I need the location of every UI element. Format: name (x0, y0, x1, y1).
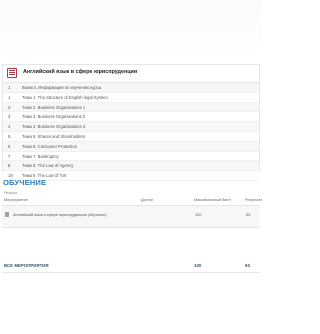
event-name[interactable]: Английский язык в сфере юриспруденции (о… (13, 213, 107, 217)
topic-row[interactable]: 4 Тема 4. Business Organisations 3 (3, 122, 259, 132)
event-max-score: 100 (195, 213, 202, 217)
topic-link[interactable]: Тема 4. Business Organisations 3 (22, 124, 85, 129)
column-header-max-score[interactable]: Максимальный балл (194, 198, 231, 202)
topic-row[interactable]: 6 Тема 6. Consumer Protection (3, 141, 259, 152)
topic-link[interactable]: Тема 1. The Structure of English legal S… (22, 95, 108, 100)
course-title: Английский язык в сфере юриспруденции (23, 69, 138, 75)
topic-number: 6 (8, 143, 11, 149)
training-section-subtitle: Результ. (4, 191, 19, 195)
topic-link[interactable]: Тема 6. Consumer Protection (22, 144, 77, 149)
course-card: Английский язык в сфере юриспруденции 1 В… (2, 64, 260, 181)
course-header[interactable]: Английский язык в сфере юриспруденции (3, 65, 259, 83)
page-top-area (0, 0, 262, 58)
topic-number: 2 (8, 104, 11, 110)
topic-row[interactable]: 7 Тема 7. Bankruptcy (3, 151, 259, 162)
topic-link[interactable]: Тема 3. Business Organisations 2 (22, 114, 85, 119)
column-header-event[interactable]: Мероприятие (4, 198, 28, 202)
column-header-access[interactable]: Доступ (141, 198, 153, 202)
topic-row[interactable]: 3 Тема 3. Business Organisations 2 (3, 112, 259, 123)
topic-number: 3 (8, 114, 11, 120)
column-header-result[interactable]: Результат (245, 198, 262, 202)
topic-number: 7 (8, 153, 11, 159)
topic-list: 1 Важно!. Информация по изучению курса 1 Т… (3, 83, 259, 181)
total-max-score: 100 (194, 263, 202, 268)
document-icon (5, 212, 9, 217)
topic-link[interactable]: Тема 5. Shares and Shareholders (22, 134, 85, 139)
total-result: 93 (245, 263, 250, 268)
topic-number: 1 (8, 85, 11, 90)
topic-number: 5 (8, 133, 11, 139)
event-result: 93 (246, 213, 251, 217)
topic-link[interactable]: Тема 7. Bankruptcy (22, 154, 59, 159)
topic-row[interactable]: 8 Тема 8. The Law of Agency (3, 161, 259, 172)
topic-link[interactable]: Тема 2. Business Organisations 1 (22, 105, 85, 110)
topic-row[interactable]: 2 Тема 2. Business Organisations 1 (3, 102, 259, 113)
total-label: ВСЕ МЕРОПРИЯТИЯ (4, 263, 49, 268)
course-book-icon (7, 68, 17, 78)
topic-row[interactable]: 1 Важно!. Информация по изучению курса (3, 83, 259, 93)
table-bottom-divider (2, 272, 260, 273)
topic-row[interactable]: 1 Тема 1. The Structure of English legal … (3, 92, 259, 103)
total-row: ВСЕ МЕРОПРИЯТИЯ 100 93 (2, 261, 260, 271)
topic-number: 1 (8, 94, 11, 100)
topic-number: 8 (8, 163, 11, 169)
training-section-title: ОБУЧЕНИЕ (3, 178, 47, 187)
topic-row[interactable]: 5 Тема 5. Shares and Shareholders (3, 131, 259, 142)
topic-number: 4 (8, 124, 11, 130)
topic-link[interactable]: Тема 8. The Law of Agency (22, 163, 73, 168)
topic-link[interactable]: Важно!. Информация по изучению курса (22, 85, 101, 90)
table-row[interactable]: Английский язык в сфере юриспруденции (о… (2, 206, 260, 228)
